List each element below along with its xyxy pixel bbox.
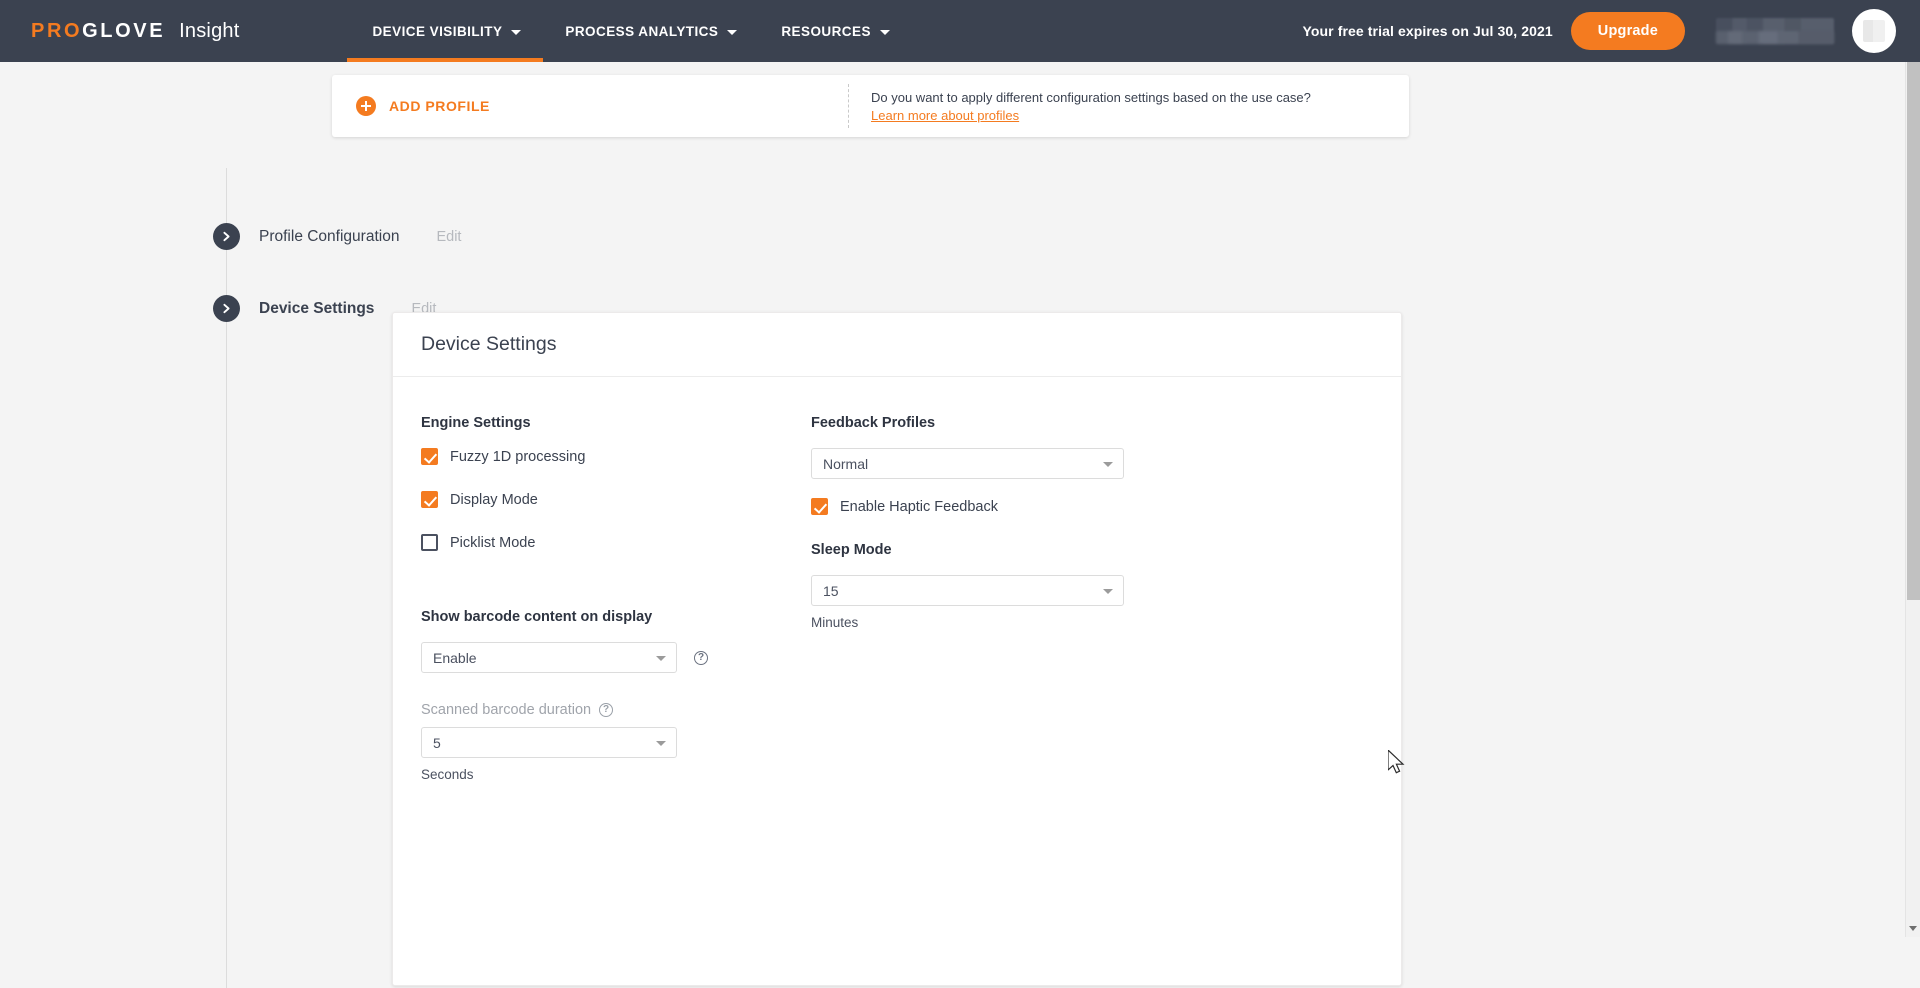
chevron-down-icon [727, 29, 738, 35]
profile-hint: Do you want to apply different configura… [871, 90, 1311, 123]
scanned-barcode-duration-select-value: 5 [433, 734, 441, 751]
help-circle-icon[interactable]: ? [599, 703, 614, 717]
barcode-display-group: Show barcode content on display Enable ?… [421, 609, 841, 782]
nav-item-process-analytics-label: PROCESS ANALYTICS [565, 23, 719, 39]
feedback-settings-column: Feedback Profiles Normal Enable Haptic F… [811, 415, 1231, 630]
chevron-down-icon [1103, 589, 1113, 594]
checkbox-enable-haptic-feedback-label: Enable Haptic Feedback [840, 498, 998, 515]
feedback-profiles-title: Feedback Profiles [811, 415, 936, 431]
nav-item-resources-label: RESOURCES [781, 23, 871, 39]
avatar[interactable] [1852, 9, 1896, 53]
nav-item-device-visibility-label: DEVICE VISIBILITY [372, 23, 503, 39]
scrollbar-thumb[interactable] [1907, 62, 1920, 600]
chevron-down-icon [511, 29, 522, 35]
checkbox-checked-icon[interactable] [811, 498, 828, 515]
scanned-barcode-duration-label-row: Scanned barcode duration ? [421, 702, 841, 718]
chevron-down-icon [656, 741, 666, 746]
stepper-step-device-settings-label: Device Settings [259, 299, 375, 317]
brand-logo[interactable]: PRO GLOVE Insight [31, 20, 239, 43]
nav-item-resources[interactable]: RESOURCES [759, 0, 912, 62]
brand-product-name: Insight [179, 19, 240, 42]
top-navigation-bar: PRO GLOVE Insight DEVICE VISIBILITY PROC… [0, 0, 1920, 62]
page-title: Device Settings [421, 333, 557, 355]
chevron-right-icon[interactable] [213, 223, 240, 250]
stepper-step-profile-configuration-label: Profile Configuration [259, 227, 400, 245]
stepper-step-profile-configuration-edit[interactable]: Edit [436, 229, 461, 245]
account-name-redacted [1716, 18, 1834, 44]
device-settings-card-body: Engine Settings Fuzzy 1D processing Disp… [393, 377, 1401, 782]
barcode-display-title: Show barcode content on display [421, 609, 653, 625]
chevron-down-icon [1103, 462, 1113, 467]
checkbox-checked-icon[interactable] [421, 491, 438, 508]
nav-item-device-visibility[interactable]: DEVICE VISIBILITY [350, 0, 544, 62]
checkbox-enable-haptic-feedback[interactable]: Enable Haptic Feedback [811, 498, 1231, 515]
stepper-step-profile-configuration[interactable]: Profile Configuration Edit [213, 223, 461, 250]
trial-expiry-text: Your free trial expires on Jul 30, 2021 [1302, 23, 1553, 39]
add-profile-label: ADD PROFILE [389, 98, 490, 114]
plus-circle-icon [356, 96, 376, 116]
scroll-down-arrow-icon[interactable] [1909, 926, 1917, 931]
checkbox-checked-icon[interactable] [421, 448, 438, 465]
feedback-profile-select[interactable]: Normal [811, 448, 1124, 479]
help-circle-icon[interactable]: ? [694, 650, 708, 665]
stepper-connector-line [226, 168, 227, 988]
sleep-mode-title: Sleep Mode [811, 542, 892, 558]
barcode-display-select-value: Enable [433, 649, 477, 666]
main-nav-items: DEVICE VISIBILITY PROCESS ANALYTICS RESO… [350, 0, 911, 62]
chevron-down-icon [879, 29, 890, 35]
scanned-barcode-duration-unit: Seconds [421, 767, 474, 782]
learn-more-about-profiles-link[interactable]: Learn more about profiles [871, 108, 1019, 123]
sleep-mode-select-value: 15 [823, 582, 839, 599]
checkbox-picklist-mode[interactable]: Picklist Mode [421, 534, 841, 551]
scanned-barcode-duration-label: Scanned barcode duration [421, 702, 592, 718]
vertical-divider [848, 84, 849, 128]
checkbox-picklist-mode-label: Picklist Mode [450, 534, 536, 551]
page-scroll-area: ADD PROFILE Do you want to apply differe… [0, 58, 1920, 988]
scanned-barcode-duration-select[interactable]: 5 [421, 727, 677, 758]
add-profile-card: ADD PROFILE Do you want to apply differe… [332, 75, 1409, 137]
profile-hint-question: Do you want to apply different configura… [871, 89, 1311, 105]
top-bar-right-group: Your free trial expires on Jul 30, 2021 … [1302, 9, 1920, 53]
upgrade-button[interactable]: Upgrade [1570, 12, 1685, 50]
active-tab-indicator [347, 58, 532, 62]
avatar-image [1863, 20, 1885, 42]
sleep-mode-unit: Minutes [811, 615, 859, 630]
checkbox-fuzzy-1d-processing[interactable]: Fuzzy 1D processing [421, 448, 841, 465]
checkbox-display-mode[interactable]: Display Mode [421, 491, 841, 508]
engine-settings-title: Engine Settings [421, 415, 531, 431]
checkbox-fuzzy-1d-processing-label: Fuzzy 1D processing [450, 448, 586, 465]
add-profile-button[interactable]: ADD PROFILE [356, 96, 848, 116]
barcode-display-select-row: Enable ? [421, 642, 841, 673]
chevron-right-icon[interactable] [213, 295, 240, 322]
chevron-down-icon [656, 656, 666, 661]
device-settings-card-header: Device Settings [393, 313, 1401, 377]
brand-glove-text: GLOVE [82, 19, 166, 42]
nav-item-process-analytics[interactable]: PROCESS ANALYTICS [543, 0, 759, 62]
brand-pro-text: PRO [31, 19, 83, 42]
account-name-redacted-line2 [1716, 31, 1834, 44]
device-settings-card: Device Settings Engine Settings Fuzzy 1D… [392, 312, 1402, 986]
vertical-scrollbar[interactable] [1905, 62, 1920, 937]
engine-settings-column: Engine Settings Fuzzy 1D processing Disp… [421, 415, 841, 782]
barcode-display-select[interactable]: Enable [421, 642, 677, 673]
sleep-mode-select[interactable]: 15 [811, 575, 1124, 606]
checkbox-display-mode-label: Display Mode [450, 491, 538, 508]
feedback-profile-select-value: Normal [823, 455, 869, 472]
checkbox-unchecked-icon[interactable] [421, 534, 438, 551]
